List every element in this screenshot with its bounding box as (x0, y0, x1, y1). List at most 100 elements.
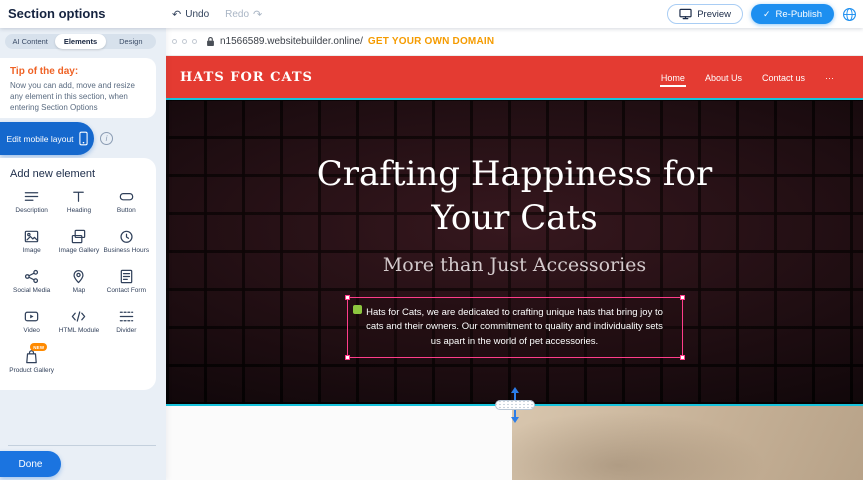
element-label: Image (23, 247, 41, 255)
add-new-element-panel: Add new element Description Heading Butt… (0, 158, 156, 390)
sidebar-tabs: AI Content Elements Design (5, 34, 156, 49)
selection-handle[interactable] (345, 355, 350, 360)
video-icon (23, 307, 40, 325)
site-header[interactable]: HATS FOR CATS Home About Us Contact us ·… (166, 56, 863, 99)
window-control-dot (192, 39, 197, 44)
info-icon[interactable] (100, 132, 113, 145)
image-gallery-icon (70, 227, 87, 245)
tip-of-the-day-card: Tip of the day: Now you can add, move an… (0, 58, 156, 118)
add-element-image-gallery[interactable]: Image Gallery (55, 227, 102, 264)
hero-section[interactable]: Crafting Happiness for Your Cats More th… (166, 99, 863, 405)
add-element-product-gallery[interactable]: NEW Product Gallery (8, 347, 55, 384)
redo-button[interactable]: Redo (225, 8, 262, 21)
edit-mobile-label: Edit mobile layout (6, 134, 73, 144)
topbar: Section options Undo Redo Preview Re-Pub… (0, 0, 863, 28)
element-label: Heading (67, 207, 91, 215)
tab-design[interactable]: Design (106, 34, 156, 49)
resize-arrow-down-icon (511, 417, 519, 423)
add-element-map[interactable]: Map (55, 267, 102, 304)
new-badge: NEW (30, 343, 47, 351)
preview-button[interactable]: Preview (667, 4, 743, 24)
add-element-contact-form[interactable]: Contact Form (103, 267, 150, 304)
add-element-image[interactable]: Image (8, 227, 55, 264)
add-element-divider[interactable]: Divider (103, 307, 150, 344)
edit-mobile-layout-button[interactable]: Edit mobile layout (0, 122, 94, 155)
business-hours-icon (118, 227, 135, 245)
text-lines-icon (23, 187, 40, 205)
add-element-title: Add new element (10, 168, 150, 180)
sidebar: AI Content Elements Design Tip of the da… (0, 28, 166, 480)
selection-handle[interactable] (680, 295, 685, 300)
divider-icon (118, 307, 135, 325)
hero-paragraph: Hats for Cats, we are dedicated to craft… (362, 306, 668, 349)
preview-label: Preview (697, 9, 731, 20)
undo-icon (172, 8, 181, 21)
topbar-actions: Preview Re-Publish (667, 4, 857, 24)
tip-title: Tip of the day: (10, 66, 146, 77)
element-label: Description (15, 207, 48, 215)
add-element-video[interactable]: Video (8, 307, 55, 344)
site-logo[interactable]: HATS FOR CATS (180, 70, 313, 85)
tab-elements[interactable]: Elements (55, 34, 105, 49)
redo-icon (253, 8, 262, 21)
browser-bar: n1566589.websitebuilder.online/ GET YOUR… (166, 28, 863, 56)
site-nav: Home About Us Contact us ··· (660, 69, 835, 87)
hero-heading-line1: Crafting Happiness for (166, 153, 863, 197)
element-label: Social Media (13, 287, 50, 295)
site-url: n1566589.websitebuilder.online/ (220, 36, 363, 47)
done-button[interactable]: Done (0, 451, 61, 477)
social-media-icon (23, 267, 40, 285)
add-element-html-module[interactable]: HTML Module (55, 307, 102, 344)
hero-heading[interactable]: Crafting Happiness for Your Cats (166, 99, 863, 240)
republish-label: Re-Publish (776, 9, 822, 20)
undo-button[interactable]: Undo (172, 8, 209, 21)
contact-form-icon (118, 267, 135, 285)
redo-label: Redo (225, 9, 249, 20)
add-element-business-hours[interactable]: Business Hours (103, 227, 150, 264)
image-icon (23, 227, 40, 245)
page-title: Section options (8, 6, 106, 21)
element-label: Contact Form (107, 287, 146, 295)
nav-home[interactable]: Home (660, 69, 686, 87)
add-element-social-media[interactable]: Social Media (8, 267, 55, 304)
check-icon (763, 9, 771, 20)
element-label: HTML Module (59, 327, 100, 335)
next-section-image (512, 406, 863, 480)
selection-handle[interactable] (680, 355, 685, 360)
window-control-dot (182, 39, 187, 44)
nav-about-us[interactable]: About Us (704, 69, 743, 87)
hero-subheading[interactable]: More than Just Accessories (166, 254, 863, 276)
element-label: Button (117, 207, 136, 215)
get-domain-link[interactable]: GET YOUR OWN DOMAIN (368, 36, 494, 47)
tab-ai-content[interactable]: AI Content (5, 34, 55, 49)
language-globe-icon[interactable] (842, 7, 857, 22)
history-controls: Undo Redo (172, 0, 262, 28)
element-label: Map (73, 287, 86, 295)
add-element-description[interactable]: Description (8, 187, 55, 224)
selection-handle[interactable] (345, 295, 350, 300)
preview-canvas: n1566589.websitebuilder.online/ GET YOUR… (166, 28, 863, 480)
section-resize-handle[interactable] (495, 394, 535, 416)
element-label: Divider (116, 327, 136, 335)
sidebar-divider (8, 445, 156, 446)
nav-more[interactable]: ··· (824, 69, 835, 87)
element-label: Business Hours (104, 247, 150, 255)
republish-button[interactable]: Re-Publish (751, 4, 834, 24)
nav-contact-us[interactable]: Contact us (761, 69, 806, 87)
tip-body: Now you can add, move and resize any ele… (10, 81, 146, 113)
phone-icon (79, 131, 88, 146)
button-icon (118, 187, 135, 205)
element-drag-handle[interactable] (353, 305, 362, 314)
resize-grip[interactable] (495, 400, 535, 410)
lock-icon (206, 36, 215, 47)
element-grid: Description Heading Button Image Image G… (8, 187, 150, 384)
undo-label: Undo (185, 9, 209, 20)
add-element-heading[interactable]: Heading (55, 187, 102, 224)
map-icon (70, 267, 87, 285)
add-element-button[interactable]: Button (103, 187, 150, 224)
selected-text-element[interactable]: Hats for Cats, we are dedicated to craft… (347, 297, 683, 358)
section-boundary-top (166, 98, 863, 100)
monitor-icon (679, 8, 692, 20)
window-control-dot (172, 39, 177, 44)
element-label: Video (23, 327, 40, 335)
